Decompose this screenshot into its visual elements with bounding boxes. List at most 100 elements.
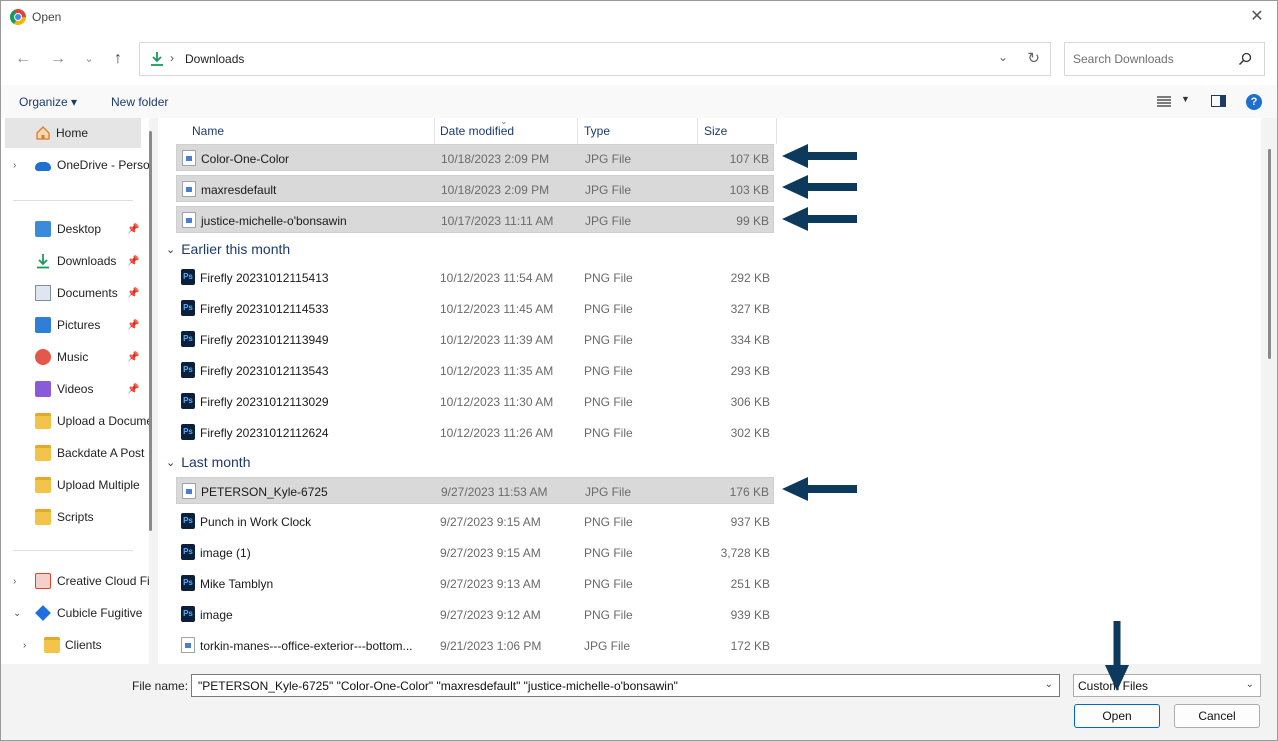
file-size: 937 KB xyxy=(730,515,770,529)
file-date: 10/18/2023 2:09 PM xyxy=(441,183,550,197)
file-list-scrollbar[interactable] xyxy=(1268,149,1271,359)
annotation-arrow-icon xyxy=(782,207,857,231)
expand-chevron-icon[interactable]: › xyxy=(13,576,16,587)
file-row[interactable]: Ps Firefly 20231012113543 10/12/2023 11:… xyxy=(176,357,774,384)
sidebar-item-upload-multiple[interactable]: Upload Multiple xyxy=(1,470,149,500)
column-header-type[interactable]: Type xyxy=(584,118,610,144)
file-type: PNG File xyxy=(584,546,633,560)
column-header-size[interactable]: Size xyxy=(704,118,727,144)
view-options-chevron-icon[interactable]: ▼ xyxy=(1181,94,1190,104)
file-type-filter-chevron-icon[interactable]: ⌄ xyxy=(1246,679,1254,690)
desktop-icon xyxy=(35,221,51,237)
refresh-icon[interactable]: ↻ xyxy=(1027,49,1040,67)
videos-icon xyxy=(35,381,51,397)
column-divider[interactable] xyxy=(577,118,578,144)
file-row[interactable]: Ps image 9/27/2023 9:12 AM PNG File 939 … xyxy=(176,601,774,628)
expand-chevron-icon[interactable]: › xyxy=(13,160,16,171)
chrome-logo-icon xyxy=(10,9,26,25)
sidebar-item-videos[interactable]: Videos 📌 xyxy=(1,374,149,404)
file-row[interactable]: Ps image (1) 9/27/2023 9:15 AM PNG File … xyxy=(176,539,774,566)
file-row[interactable]: maxresdefault 10/18/2023 2:09 PM JPG Fil… xyxy=(176,175,774,202)
file-row[interactable]: Ps Mike Tamblyn 9/27/2023 9:13 AM PNG Fi… xyxy=(176,570,774,597)
photoshop-file-icon: Ps xyxy=(181,300,195,316)
annotation-arrow-down-icon xyxy=(1105,621,1129,691)
sidebar-item-upload-a-document[interactable]: Upload a Document xyxy=(1,406,149,436)
file-row[interactable]: justice-michelle-o'bonsawin 10/17/2023 1… xyxy=(176,206,774,233)
file-size: 176 KB xyxy=(729,485,769,499)
file-type: PNG File xyxy=(584,302,633,316)
sidebar-item-creative-cloud[interactable]: › Creative Cloud Files xyxy=(1,566,149,596)
file-row[interactable]: Ps Firefly 20231012112624 10/12/2023 11:… xyxy=(176,419,774,446)
file-row[interactable]: torkin-manes---office-exterior---bottom.… xyxy=(176,632,774,659)
photoshop-file-icon: Ps xyxy=(181,513,195,529)
file-row[interactable]: Ps Firefly 20231012113949 10/12/2023 11:… xyxy=(176,326,774,353)
sidebar-item-backdate-a-post[interactable]: Backdate A Post xyxy=(1,438,149,468)
file-type: PNG File xyxy=(584,364,633,378)
sidebar-item-home[interactable]: Home xyxy=(5,118,141,148)
column-divider[interactable] xyxy=(434,118,435,144)
group-header-earlier-this-month[interactable]: ⌄ Earlier this month xyxy=(166,237,290,261)
file-name-dropdown-chevron-icon[interactable]: ⌄ xyxy=(1045,679,1053,690)
photoshop-file-icon: Ps xyxy=(181,362,195,378)
file-name: image xyxy=(200,608,233,622)
file-name: Firefly 20231012113543 xyxy=(200,364,329,378)
sidebar-item-label: Music xyxy=(57,350,89,364)
file-row[interactable]: PETERSON_Kyle-6725 9/27/2023 11:53 AM JP… xyxy=(176,477,774,504)
forward-arrow-icon[interactable]: → xyxy=(48,49,68,69)
photoshop-file-icon: Ps xyxy=(181,575,195,591)
file-type: PNG File xyxy=(584,271,633,285)
column-header-name[interactable]: Name xyxy=(192,118,224,144)
column-divider[interactable] xyxy=(697,118,698,144)
file-row[interactable]: Ps Firefly 20231012113029 10/12/2023 11:… xyxy=(176,388,774,415)
file-row[interactable]: Ps Punch in Work Clock 9/27/2023 9:15 AM… xyxy=(176,508,774,535)
address-bar[interactable]: › Downloads ⌄ ↻ xyxy=(139,42,1051,76)
close-icon[interactable]: ✕ xyxy=(1247,7,1267,27)
address-dropdown-chevron-icon[interactable]: ⌄ xyxy=(998,50,1008,64)
sidebar-item-desktop[interactable]: Desktop 📌 xyxy=(1,214,149,244)
sidebar-item-onedrive[interactable]: › OneDrive - Personal xyxy=(1,150,149,180)
group-collapse-chevron-icon[interactable]: ⌄ xyxy=(166,243,175,256)
preview-pane-icon[interactable] xyxy=(1211,95,1226,107)
sidebar-item-documents[interactable]: Documents 📌 xyxy=(1,278,149,308)
file-row[interactable]: Ps Firefly 20231012114533 10/12/2023 11:… xyxy=(176,295,774,322)
view-options-icon[interactable] xyxy=(1157,96,1171,107)
sidebar-item-cubicle-fugitive[interactable]: ⌄ Cubicle Fugitive xyxy=(1,598,149,628)
group-header-last-month[interactable]: ⌄ Last month xyxy=(166,450,250,474)
file-type-filter-select[interactable]: Custom Files ⌄ xyxy=(1073,674,1261,697)
file-date: 10/12/2023 11:35 AM xyxy=(440,364,554,378)
file-row[interactable]: Color-One-Color 10/18/2023 2:09 PM JPG F… xyxy=(176,144,774,171)
file-type: PNG File xyxy=(584,577,633,591)
column-divider[interactable] xyxy=(776,118,777,144)
open-button[interactable]: Open xyxy=(1074,704,1160,728)
photoshop-file-icon: Ps xyxy=(181,269,195,285)
file-name-input[interactable]: "PETERSON_Kyle-6725" "Color-One-Color" "… xyxy=(191,674,1060,697)
file-row[interactable]: Ps Firefly 20231012115413 10/12/2023 11:… xyxy=(176,264,774,291)
new-folder-button[interactable]: New folder xyxy=(111,95,168,109)
file-date: 10/12/2023 11:39 AM xyxy=(440,333,554,347)
sidebar-item-pictures[interactable]: Pictures 📌 xyxy=(1,310,149,340)
sidebar-scrollbar[interactable] xyxy=(149,131,152,531)
pin-icon: 📌 xyxy=(127,351,140,363)
sidebar-item-label: Scripts xyxy=(57,510,94,524)
back-arrow-icon[interactable]: ← xyxy=(13,49,33,69)
sidebar-item-scripts[interactable]: Scripts xyxy=(1,502,149,532)
file-size: 334 KB xyxy=(730,333,770,347)
search-input[interactable]: Search Downloads xyxy=(1064,42,1265,76)
help-icon[interactable]: ? xyxy=(1246,94,1262,110)
collapse-chevron-icon[interactable]: ⌄ xyxy=(13,608,21,619)
sidebar-item-downloads[interactable]: Downloads 📌 xyxy=(1,246,149,276)
sidebar-item-label: Pictures xyxy=(57,318,101,332)
cancel-button[interactable]: Cancel xyxy=(1174,704,1260,728)
breadcrumb-downloads[interactable]: Downloads xyxy=(185,52,244,66)
organize-button[interactable]: Organize ▾ xyxy=(19,95,77,109)
music-icon xyxy=(35,349,51,365)
group-collapse-chevron-icon[interactable]: ⌄ xyxy=(166,456,175,469)
sidebar-item-clients[interactable]: › Clients xyxy=(1,630,149,660)
up-arrow-icon[interactable]: ↑ xyxy=(108,49,128,69)
file-name: Color-One-Color xyxy=(201,152,290,166)
recent-locations-chevron-icon[interactable]: ⌄ xyxy=(79,49,99,69)
sidebar-item-music[interactable]: Music 📌 xyxy=(1,342,149,372)
sidebar-divider xyxy=(13,200,133,201)
file-type: PNG File xyxy=(584,395,633,409)
expand-chevron-icon[interactable]: › xyxy=(23,640,26,651)
